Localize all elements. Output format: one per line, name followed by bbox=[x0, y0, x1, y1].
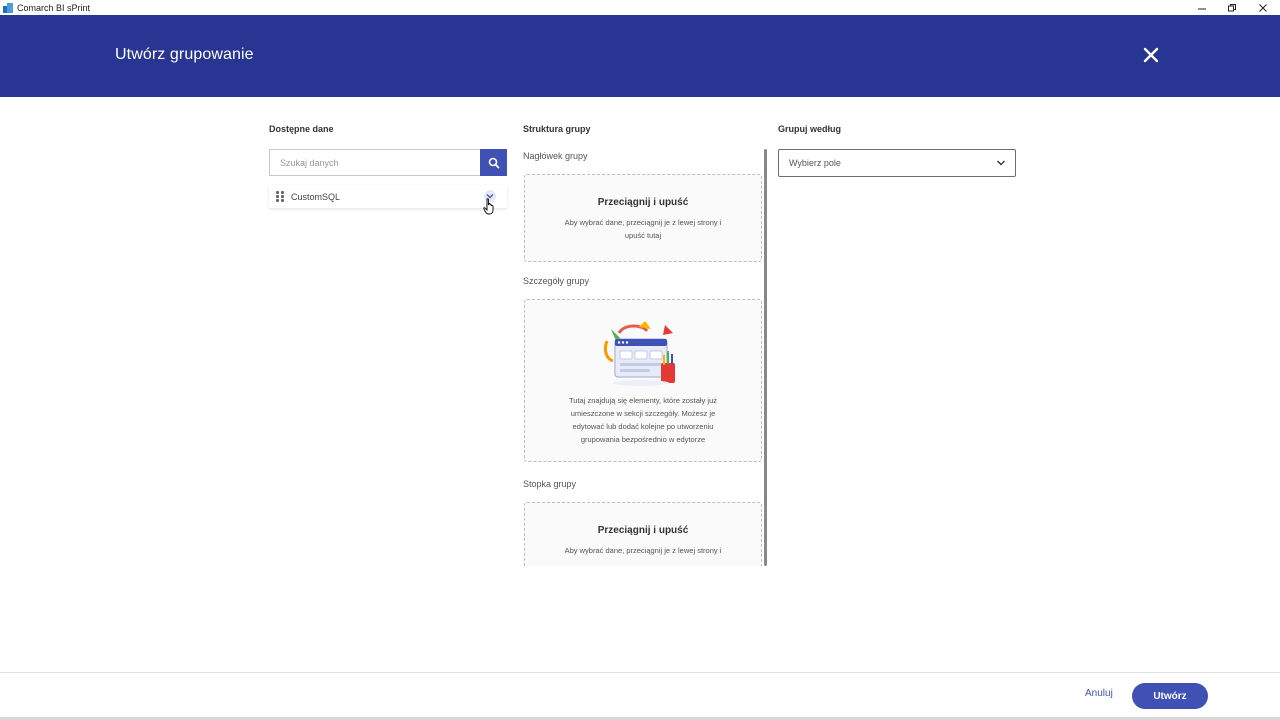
restore-icon[interactable] bbox=[1217, 0, 1247, 15]
details-text: grupowania bezpośrednio w edytorze bbox=[580, 435, 706, 444]
available-data-title: Dostępne dane bbox=[269, 124, 334, 134]
group-footer-label: Stopka grupy bbox=[523, 479, 577, 489]
details-text: Tutaj znajdują się elementy, które zosta… bbox=[569, 396, 717, 405]
window-title: Comarch BI sPrint bbox=[17, 2, 91, 13]
hand-cursor-icon bbox=[483, 198, 494, 215]
group-details-label: Szczegóły grupy bbox=[523, 276, 590, 286]
details-text: edytować lub dodać kolejne po utworzeniu bbox=[572, 422, 714, 431]
details-illustration bbox=[603, 321, 675, 386]
dialog-title: Utwórz grupowanie bbox=[115, 46, 254, 63]
group-header-dropzone[interactable]: Przeciągnij i upuść Aby wybrać dane, prz… bbox=[524, 174, 762, 262]
chevron-down-icon bbox=[997, 160, 1005, 166]
app-logo-icon bbox=[3, 2, 13, 13]
create-button[interactable]: Utwórz bbox=[1132, 683, 1208, 709]
group-by-select[interactable]: Wybierz pole bbox=[778, 149, 1016, 177]
data-search bbox=[269, 149, 507, 176]
data-source-item[interactable]: CustomSQL bbox=[269, 185, 507, 208]
data-source-label: CustomSQL bbox=[291, 191, 341, 202]
select-placeholder: Wybierz pole bbox=[789, 158, 841, 168]
window-titlebar: Comarch BI sPrint bbox=[0, 0, 1280, 15]
close-icon[interactable] bbox=[1141, 45, 1161, 65]
dropzone-title: Przeciągnij i upuść bbox=[597, 197, 689, 208]
group-header-label: Nagłówek grupy bbox=[523, 151, 588, 161]
dropzone-title: Przeciągnij i upuść bbox=[597, 525, 689, 536]
dropzone-text: Aby wybrać dane, przeciągnij je z lewej … bbox=[564, 546, 722, 555]
scrollbar[interactable] bbox=[764, 149, 767, 566]
footer-divider bbox=[0, 672, 1280, 673]
search-input[interactable] bbox=[270, 150, 480, 175]
search-icon bbox=[488, 157, 499, 168]
group-footer-dropzone[interactable]: Przeciągnij i upuść Aby wybrać dane, prz… bbox=[524, 502, 762, 566]
minimize-icon[interactable] bbox=[1187, 0, 1217, 15]
cancel-button[interactable]: Anuluj bbox=[1085, 688, 1113, 699]
drag-handle-icon[interactable] bbox=[276, 191, 284, 202]
dialog-header: Utwórz grupowanie bbox=[0, 15, 1280, 97]
group-details-zone: Tutaj znajdują się elementy, które zosta… bbox=[524, 299, 762, 462]
dropzone-text: Aby wybrać dane, przeciągnij je z lewej … bbox=[564, 218, 722, 227]
group-structure-scroll[interactable]: Nagłówek grupy Przeciągnij i upuść Aby w… bbox=[523, 149, 771, 566]
search-button[interactable] bbox=[480, 149, 507, 176]
details-text: umieszczone w sekcji szczegóły. Możesz j… bbox=[570, 409, 716, 418]
window-close-icon[interactable] bbox=[1248, 0, 1278, 15]
group-structure-title: Struktura grupy bbox=[523, 124, 591, 134]
group-by-title: Grupuj według bbox=[778, 124, 841, 134]
dropzone-text: upuść tutaj bbox=[624, 231, 662, 240]
